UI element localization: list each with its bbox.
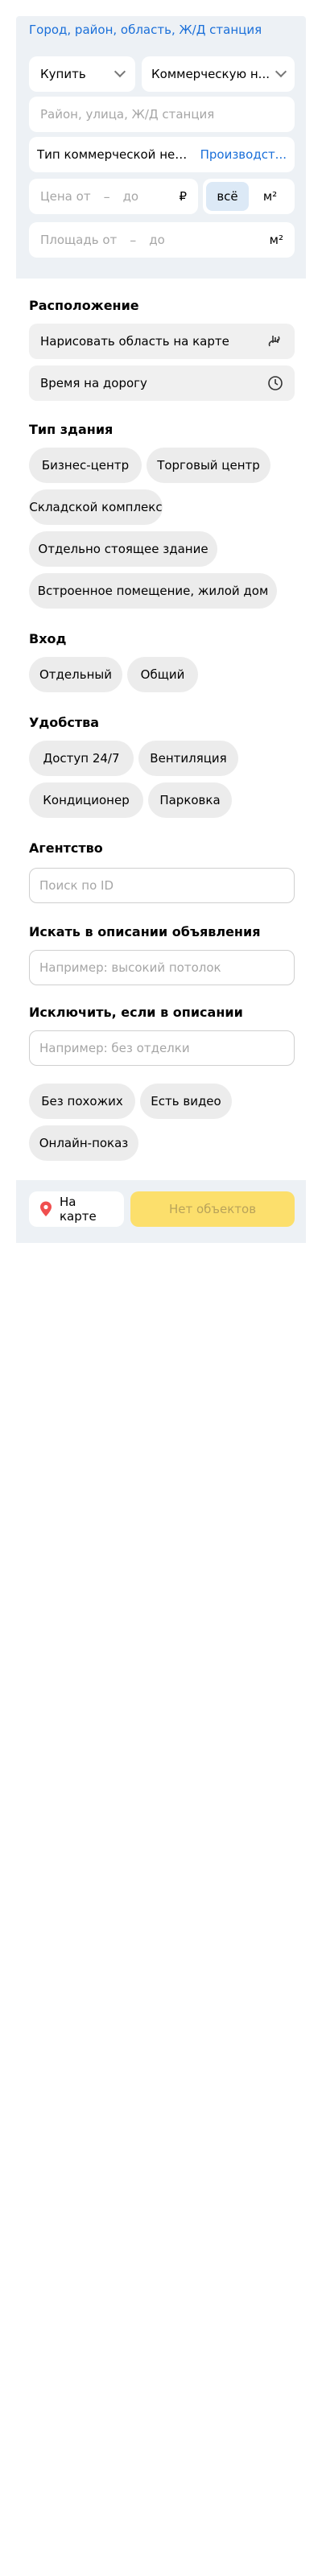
- amenity-option[interactable]: Парковка: [148, 782, 232, 818]
- entrance-option[interactable]: Отдельный: [29, 657, 122, 692]
- chevron-down-icon: [275, 65, 287, 78]
- travel-time-label: Время на дорогу: [40, 376, 147, 390]
- no-similar-chip[interactable]: Без похожих: [29, 1084, 135, 1119]
- show-on-map-button[interactable]: На карте: [29, 1191, 124, 1227]
- entrance-heading: Вход: [29, 631, 67, 646]
- address-search-placeholder: Район, улица, Ж/Д станция: [40, 107, 215, 122]
- description-exclude-placeholder: Например: без отделки: [39, 1041, 190, 1055]
- amenity-option[interactable]: Кондиционер: [29, 782, 143, 818]
- description-search-heading: Искать в описании объявления: [29, 924, 261, 939]
- draw-area-button[interactable]: Нарисовать область на карте: [29, 324, 295, 359]
- building-type-option[interactable]: Отдельно стоящее здание: [29, 531, 217, 567]
- geo-search-link[interactable]: Город, район, область, Ж/Д станция: [29, 23, 262, 37]
- building-type-option[interactable]: Торговый центр: [147, 448, 270, 483]
- area-range-input[interactable]: Площадь от – до м²: [29, 222, 295, 258]
- show-on-map-label: На карте: [60, 1195, 97, 1224]
- travel-time-button[interactable]: Время на дорогу: [29, 365, 295, 401]
- amenity-option[interactable]: Доступ 24/7: [29, 741, 134, 776]
- deal-type-select[interactable]: Купить: [29, 56, 135, 92]
- agency-heading: Агентство: [29, 840, 103, 856]
- building-type-heading: Тип здания: [29, 422, 114, 437]
- description-search-placeholder: Например: высокий потолок: [39, 960, 221, 975]
- filter-page: Город, район, область, Ж/Д станция Купит…: [0, 0, 322, 2576]
- price-from-field[interactable]: Цена от: [40, 189, 91, 204]
- property-type-value: Коммерческую н...: [151, 67, 270, 81]
- deal-type-value: Купить: [40, 67, 86, 81]
- amenities-heading: Удобства: [29, 715, 100, 730]
- description-search-input[interactable]: Например: высокий потолок: [29, 950, 295, 985]
- building-type-option[interactable]: Встроенное помещение, жилой дом: [29, 573, 277, 609]
- amenity-option[interactable]: Вентиляция: [138, 741, 238, 776]
- draw-area-label: Нарисовать область на карте: [40, 334, 229, 349]
- draw-hand-icon: [266, 332, 283, 350]
- show-results-button[interactable]: Нет объектов: [130, 1191, 295, 1227]
- area-unit-label: м²: [269, 233, 283, 247]
- area-to-field[interactable]: до: [149, 233, 165, 247]
- price-unit-all[interactable]: всё: [206, 182, 249, 211]
- commercial-type-select[interactable]: Тип коммерческой нед... Производст...: [29, 137, 295, 172]
- currency-label: ₽: [179, 189, 187, 204]
- description-exclude-heading: Исключить, если в описании: [29, 1005, 243, 1020]
- chevron-down-icon: [114, 65, 126, 78]
- entrance-option[interactable]: Общий: [127, 657, 198, 692]
- commercial-type-label: Тип коммерческой нед...: [37, 147, 190, 162]
- map-pin-icon: [39, 1201, 53, 1217]
- agency-id-input[interactable]: Поиск по ID: [29, 868, 295, 903]
- clock-icon: [267, 375, 283, 391]
- commercial-type-value: Производст...: [200, 147, 287, 162]
- online-tour-chip[interactable]: Онлайн-показ: [29, 1125, 138, 1161]
- agency-id-placeholder: Поиск по ID: [39, 878, 114, 893]
- area-from-field[interactable]: Площадь от: [40, 233, 117, 247]
- has-video-chip[interactable]: Есть видео: [140, 1084, 232, 1119]
- price-range-input[interactable]: Цена от – до ₽: [29, 179, 198, 214]
- description-exclude-input[interactable]: Например: без отделки: [29, 1030, 295, 1066]
- property-type-select[interactable]: Коммерческую н...: [142, 56, 295, 92]
- range-dash: –: [130, 232, 137, 248]
- location-heading: Расположение: [29, 298, 139, 313]
- price-unit-sqm[interactable]: м²: [249, 182, 291, 211]
- price-to-field[interactable]: до: [123, 189, 139, 204]
- range-dash: –: [103, 188, 110, 204]
- address-search-input[interactable]: Район, улица, Ж/Д станция: [29, 97, 295, 132]
- building-type-option[interactable]: Складской комплекс: [29, 489, 163, 525]
- building-type-option[interactable]: Бизнес-центр: [29, 448, 142, 483]
- price-unit-toggle[interactable]: всё м²: [203, 179, 295, 214]
